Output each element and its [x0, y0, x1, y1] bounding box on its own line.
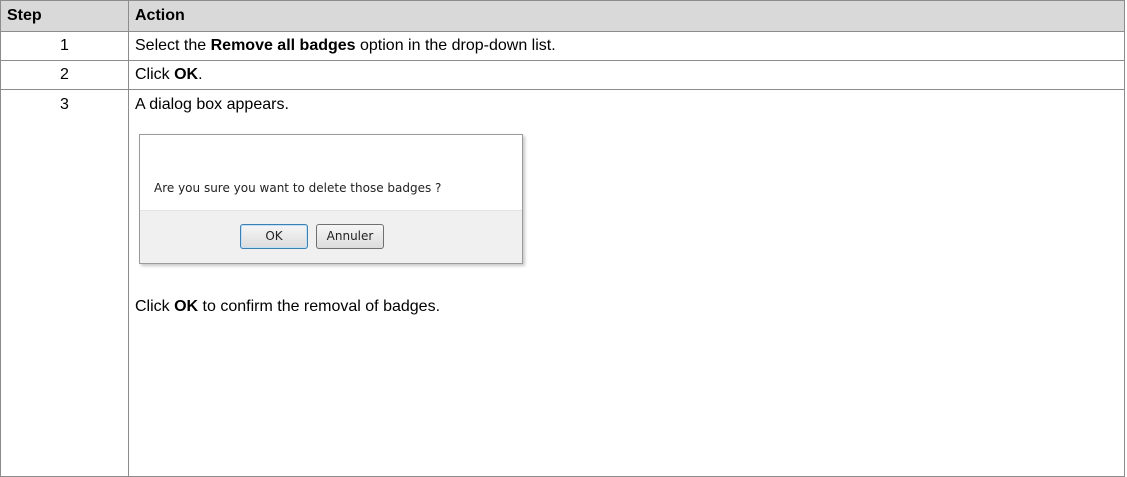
step-number: 3: [0, 89, 129, 477]
action-text: to confirm the removal of badges.: [198, 298, 441, 315]
dialog-body: [140, 135, 522, 211]
column-header-action: Action: [128, 0, 1125, 32]
action-emphasis: Remove all badges: [210, 37, 356, 54]
action-text: Click: [135, 66, 175, 83]
action-text: A dialog box appears.: [135, 96, 289, 113]
action-text: Click: [135, 298, 175, 315]
step-action: Click OK.: [128, 60, 1125, 90]
column-header-step: Step: [0, 0, 129, 32]
step-action: Select the Remove all badges option in t…: [128, 31, 1125, 61]
action-emphasis: OK: [174, 66, 199, 83]
action-text: .: [198, 66, 203, 83]
action-text: option in the drop-down list.: [355, 37, 556, 54]
step-number: 2: [0, 60, 129, 90]
dialog-footer: OK Annuler: [140, 210, 522, 263]
step-number: 1: [0, 31, 129, 61]
action-emphasis: OK: [174, 298, 199, 315]
table-row: 1 Select the Remove all badges option in…: [0, 31, 1125, 61]
ok-button[interactable]: OK: [240, 224, 308, 249]
confirm-instruction: Click OK to confirm the removal of badge…: [135, 298, 1124, 316]
table-row: 2 Click OK.: [0, 60, 1125, 90]
table-header-row: Step Action: [0, 0, 1125, 32]
dialog-message: Are you sure you want to delete those ba…: [154, 181, 442, 195]
action-text: Select the: [135, 37, 211, 54]
procedure-table: Step Action 1 Select the Remove all badg…: [0, 0, 1125, 477]
cancel-button[interactable]: Annuler: [316, 224, 384, 249]
confirmation-dialog: Are you sure you want to delete those ba…: [139, 134, 523, 264]
table-row: 3 A dialog box appears. Are you sure you…: [0, 89, 1125, 477]
step-action: A dialog box appears. Are you sure you w…: [128, 89, 1125, 477]
